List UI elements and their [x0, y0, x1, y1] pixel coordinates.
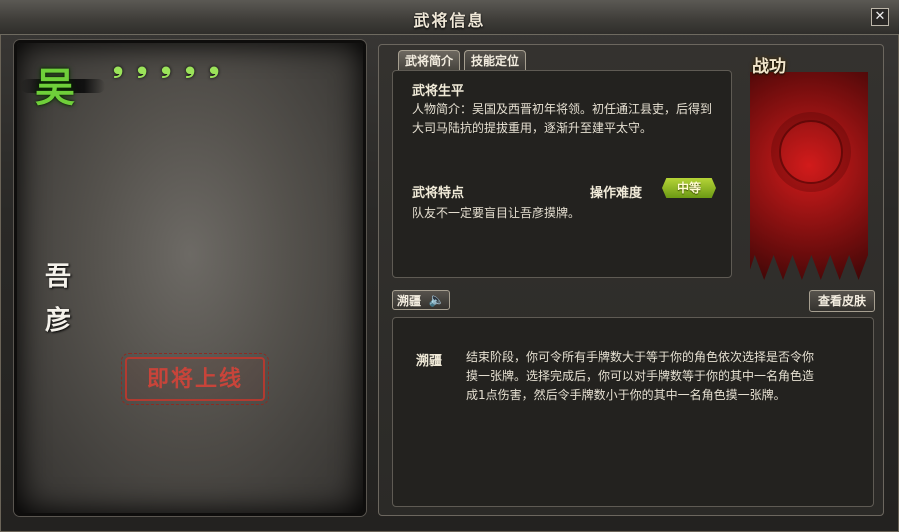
hp-magatama-icon: ❟ — [185, 49, 196, 79]
general-name: 吾 彦 — [45, 255, 85, 343]
skill-box — [392, 317, 874, 507]
difficulty-badge: 中等 — [662, 178, 716, 198]
traits-text: 队友不一定要盲目让吾彦摸牌。 — [412, 206, 581, 220]
hp-magatama-icon: ❟ — [137, 49, 148, 79]
merit-banner[interactable]: 战功 — [748, 50, 872, 282]
traits-title: 武将特点 — [412, 186, 465, 201]
general-name-char: 彦 — [45, 306, 72, 336]
speaker-icon: 🔈 — [428, 293, 445, 308]
info-tabs: 武将简介 技能定位 — [398, 50, 527, 71]
banner-label: 战功 — [752, 57, 786, 77]
skill-name: 溯疆 — [416, 354, 443, 369]
hp-magatama-icon: ❟ — [209, 49, 220, 79]
tab-skill-position[interactable]: 技能定位 — [464, 50, 527, 71]
tab-general-intro[interactable]: 武将简介 — [398, 50, 461, 71]
close-button[interactable]: ✕ — [871, 8, 889, 26]
banner-emblem-icon — [779, 120, 843, 184]
difficulty-label: 操作难度 — [590, 186, 643, 201]
kingdom-badge: 吴 — [21, 49, 105, 111]
skill-description: 结束阶段，你可令所有手牌数大于等于你的角色依次选择是否令你摸一张牌。选择完成后，… — [466, 350, 815, 402]
general-card: 吴 ❟ ❟ ❟ ❟ ❟ 吾 彦 即将上线 — [14, 40, 366, 516]
bio-text: 人物简介：吴国及西晋初年将领。初任通江县吏，后得到大司马陆抗的提拔重用，逐渐升至… — [412, 102, 713, 135]
window-title: 武将信息 — [413, 11, 486, 30]
general-name-char: 吾 — [45, 262, 72, 292]
skill-button-label: 溯疆 — [397, 294, 422, 308]
hp-indicator: ❟ ❟ ❟ ❟ ❟ — [113, 49, 229, 79]
hp-magatama-icon: ❟ — [113, 49, 124, 79]
view-skin-button[interactable]: 查看皮肤 — [809, 290, 875, 312]
coming-soon-stamp: 即将上线 — [121, 353, 269, 405]
title-bar: 武将信息 ✕ — [0, 0, 899, 35]
skill-voice-button[interactable]: 溯疆 🔈 — [392, 290, 450, 310]
bio-title: 武将生平 — [412, 84, 465, 99]
kingdom-glyph: 吴 — [35, 64, 75, 111]
hp-magatama-icon: ❟ — [161, 49, 172, 79]
